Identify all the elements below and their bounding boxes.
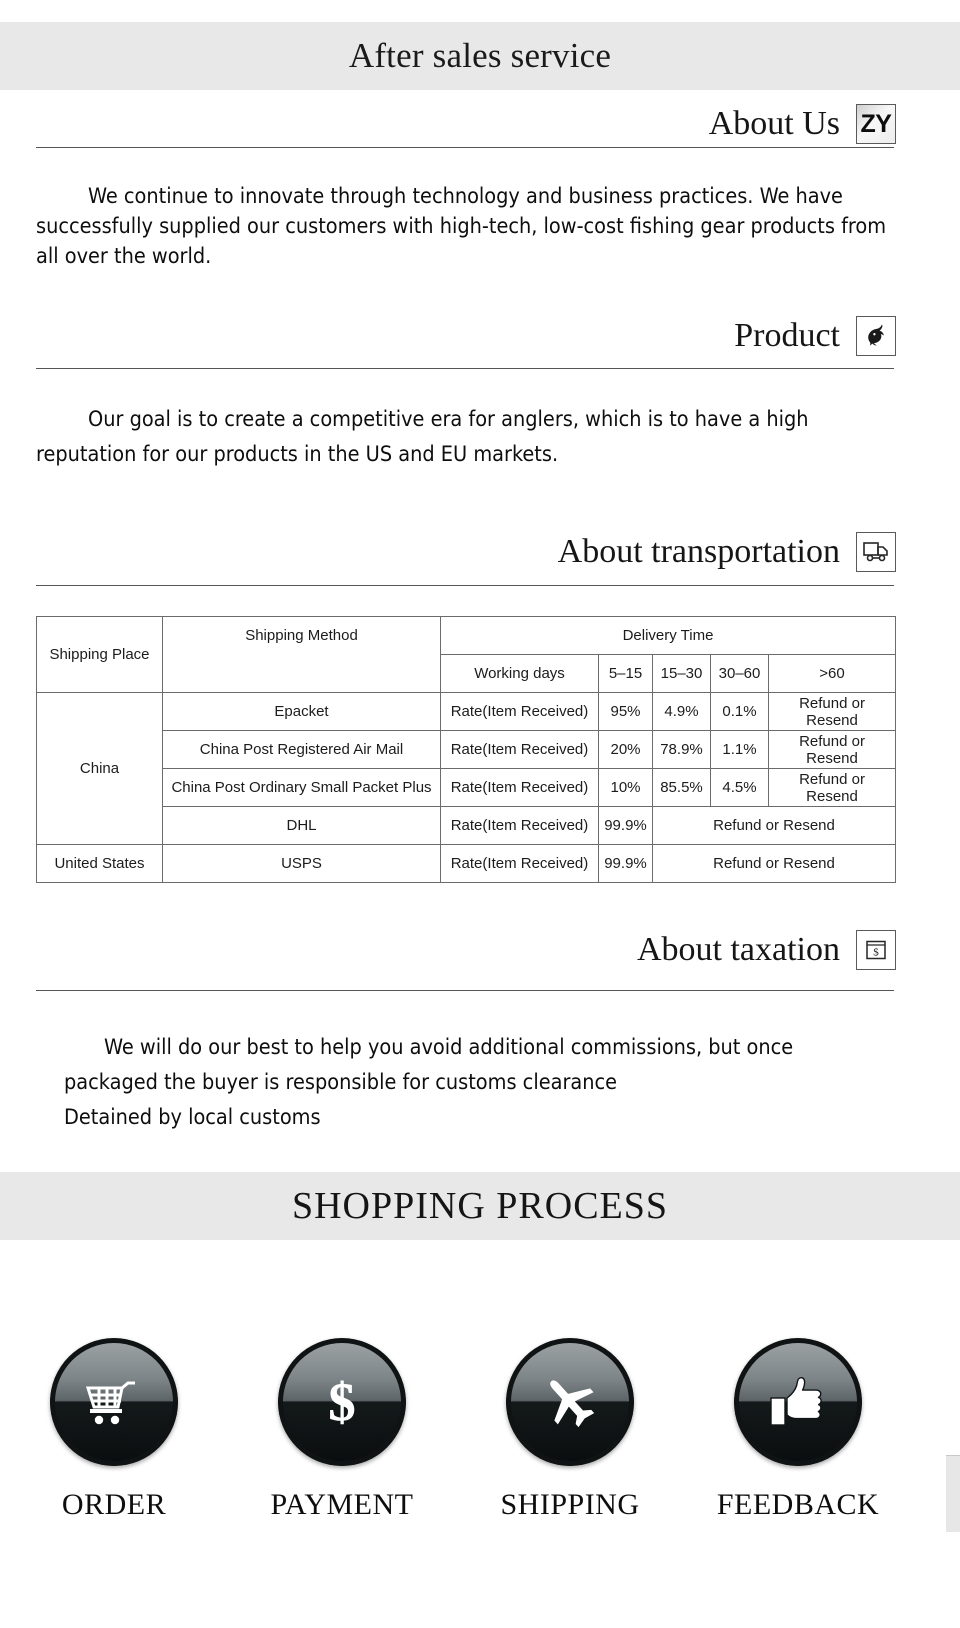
cell-rate-over-60: Refund or Resend bbox=[768, 692, 896, 731]
cell-rate-5-15: 99.9% bbox=[598, 844, 653, 883]
cell-rate-15-30: 78.9% bbox=[652, 730, 711, 769]
cell-method: China Post Ordinary Small Packet Plus bbox=[162, 768, 441, 807]
subheader-range-over-60: >60 bbox=[768, 654, 896, 693]
cell-rate-label: Rate(Item Received) bbox=[440, 806, 599, 845]
scrollbar-thumb[interactable] bbox=[946, 1455, 960, 1532]
subheader-working-days: Working days bbox=[440, 654, 599, 693]
fish-icon bbox=[856, 316, 896, 356]
product-heading: Product bbox=[36, 314, 896, 358]
cell-place-united-states: United States bbox=[36, 844, 163, 883]
table-row: China Epacket Rate(Item Received) 95% 4.… bbox=[36, 692, 896, 845]
table-row: DHL Rate(Item Received) 99.9% Refund or … bbox=[37, 806, 896, 845]
cell-rate-30-60: 4.5% bbox=[710, 768, 769, 807]
cell-rate-15-30: 85.5% bbox=[652, 768, 711, 807]
process-step-payment[interactable]: $ PAYMENT bbox=[247, 1338, 437, 1522]
cell-rate-15-30: 4.9% bbox=[652, 692, 711, 731]
taxation-divider bbox=[36, 990, 894, 991]
dollar-sign-icon: $ bbox=[278, 1338, 406, 1466]
table-header-row: Shipping Place Shipping Method Delivery … bbox=[36, 616, 896, 693]
payment-circle: $ bbox=[278, 1338, 406, 1466]
cell-rate-over-60: Refund or Resend bbox=[768, 730, 896, 769]
transportation-divider bbox=[36, 585, 894, 586]
subheader-range-15-30: 15–30 bbox=[652, 654, 711, 693]
header-shipping-method: Shipping Method bbox=[162, 616, 441, 655]
process-step-feedback[interactable]: FEEDBACK bbox=[703, 1338, 893, 1522]
taxation-heading: About taxation $ bbox=[36, 928, 896, 972]
after-sales-title: After sales service bbox=[348, 36, 612, 75]
airplane-icon bbox=[506, 1338, 634, 1466]
cell-rate-30-60: 1.1% bbox=[710, 730, 769, 769]
header-shipping-place: Shipping Place bbox=[36, 616, 163, 693]
cell-rate-5-15: 20% bbox=[598, 730, 653, 769]
subheader-method-blank bbox=[162, 654, 441, 693]
taxation-title: About taxation bbox=[636, 931, 840, 968]
subheader-range-30-60: 30–60 bbox=[710, 654, 769, 693]
shopping-process-title: SHOPPING PROCESS bbox=[291, 1185, 669, 1227]
cell-place-china: China bbox=[36, 692, 163, 845]
about-us-paragraph: We continue to innovate through technolo… bbox=[36, 184, 887, 269]
after-sales-banner: After sales service bbox=[0, 22, 960, 90]
thumbs-up-icon bbox=[734, 1338, 862, 1466]
svg-text:$: $ bbox=[873, 947, 879, 959]
feedback-circle bbox=[734, 1338, 862, 1466]
table-subheader-row: Working days 5–15 15–30 30–60 >60 bbox=[37, 654, 896, 693]
cell-rate-merged: Refund or Resend bbox=[652, 844, 896, 883]
process-label: FEEDBACK bbox=[716, 1488, 880, 1521]
cell-method: China Post Registered Air Mail bbox=[162, 730, 441, 769]
cell-method: DHL bbox=[162, 806, 441, 845]
table-row: United States USPS Rate(Item Received) 9… bbox=[36, 844, 896, 883]
shopping-cart-icon bbox=[50, 1338, 178, 1466]
order-circle bbox=[50, 1338, 178, 1466]
shipping-table: Shipping Place Shipping Method Delivery … bbox=[36, 616, 896, 883]
taxation-paragraph-line-3: Detained by local customs bbox=[64, 1105, 321, 1130]
process-step-shipping[interactable]: SHIPPING bbox=[475, 1338, 665, 1522]
zy-logo-icon: ZY bbox=[856, 104, 896, 144]
cell-rate-5-15: 95% bbox=[598, 692, 653, 731]
cell-method: Epacket bbox=[162, 692, 441, 731]
money-bill-icon: $ bbox=[856, 930, 896, 970]
process-label: SHIPPING bbox=[500, 1488, 640, 1521]
subheader-range-5-15: 5–15 bbox=[598, 654, 653, 693]
cell-rate-label: Rate(Item Received) bbox=[440, 768, 599, 807]
delivery-truck-icon bbox=[856, 532, 896, 572]
cell-method: USPS bbox=[162, 844, 441, 883]
about-us-divider bbox=[36, 147, 894, 148]
process-label: PAYMENT bbox=[270, 1488, 414, 1521]
cell-rate-label: Rate(Item Received) bbox=[440, 692, 599, 731]
header-delivery-time: Delivery Time bbox=[440, 616, 896, 655]
table-row: China Post Registered Air Mail Rate(Item… bbox=[37, 730, 896, 769]
svg-text:$: $ bbox=[329, 1372, 356, 1432]
shipping-circle bbox=[506, 1338, 634, 1466]
transportation-title: About transportation bbox=[557, 533, 840, 570]
transportation-heading: About transportation bbox=[36, 530, 896, 574]
cell-rate-over-60: Refund or Resend bbox=[768, 768, 896, 807]
cell-rate-label: Rate(Item Received) bbox=[440, 844, 599, 883]
shopping-process-banner: SHOPPING PROCESS bbox=[0, 1172, 960, 1240]
about-us-title: About Us bbox=[708, 105, 840, 142]
process-step-order[interactable]: ORDER bbox=[19, 1338, 209, 1522]
shopping-process-steps: ORDER $ PAYMENT SHIPPING FEEDBACK bbox=[0, 1338, 912, 1522]
process-label: ORDER bbox=[61, 1488, 167, 1521]
product-paragraph: Our goal is to create a competitive era … bbox=[36, 407, 809, 467]
product-title: Product bbox=[734, 317, 840, 354]
cell-rate-label: Rate(Item Received) bbox=[440, 730, 599, 769]
cell-rate-30-60: 0.1% bbox=[710, 692, 769, 731]
cell-rate-5-15: 99.9% bbox=[598, 806, 653, 845]
taxation-paragraph-line-1: We will do our best to help you avoid ad… bbox=[104, 1035, 794, 1060]
product-divider bbox=[36, 368, 894, 369]
cell-rate-5-15: 10% bbox=[598, 768, 653, 807]
cell-rate-merged: Refund or Resend bbox=[652, 806, 896, 845]
taxation-paragraph-line-2: packaged the buyer is responsible for cu… bbox=[64, 1070, 618, 1095]
table-row: China Post Ordinary Small Packet Plus Ra… bbox=[37, 768, 896, 807]
about-us-heading: About Us ZY bbox=[36, 102, 896, 146]
